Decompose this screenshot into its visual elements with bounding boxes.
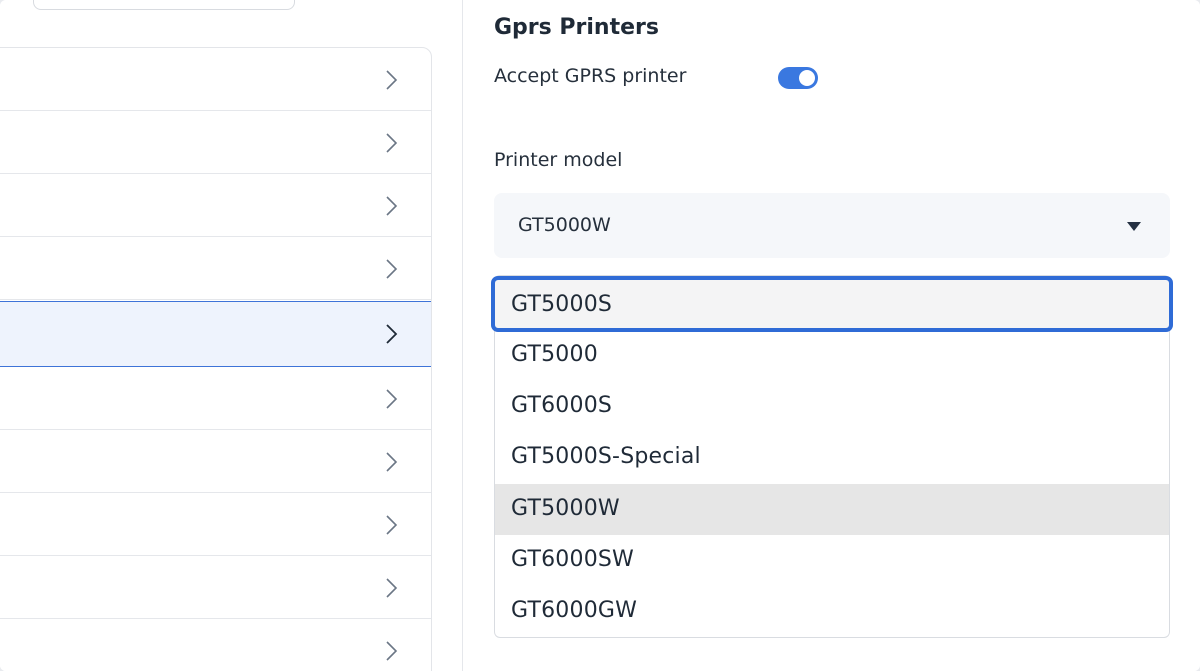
settings-nav-list [0,47,432,671]
chevron-right-icon [386,259,398,279]
option-gt6000gw[interactable]: GT6000GW [495,586,1169,637]
option-gt6000sw[interactable]: GT6000SW [495,535,1169,586]
nav-item[interactable] [0,48,431,111]
nav-item[interactable] [0,174,431,237]
option-gt5000s[interactable]: GT5000S [491,276,1173,332]
nav-item[interactable] [0,237,431,300]
printer-model-dropdown: GT5000S GT5000 GT6000S GT5000S-Special G… [491,275,1173,638]
printer-model-value: GT5000W [518,214,611,236]
option-gt5000w[interactable]: GT5000W [495,484,1169,535]
printer-model-label: Printer model [494,149,623,171]
chevron-right-icon [386,578,398,598]
option-label: GT5000S [511,292,613,317]
app-frame: Gprs Printers Accept GPRS printer Printe… [0,0,1200,671]
nav-item[interactable] [0,493,431,556]
nav-item[interactable] [0,619,431,671]
accept-gprs-label: Accept GPRS printer [494,65,687,87]
option-label: GT6000SW [511,547,635,572]
chevron-right-icon [386,324,398,344]
accept-gprs-toggle[interactable] [778,67,818,89]
option-gt6000s[interactable]: GT6000S [495,381,1169,432]
option-label: GT5000 [511,342,598,367]
nav-item[interactable] [0,556,431,619]
nav-item[interactable] [0,367,431,430]
option-label: GT6000S [511,393,613,418]
printer-model-select[interactable]: GT5000W [494,193,1170,258]
option-gt5000s-special[interactable]: GT5000S-Special [495,432,1169,483]
option-label: GT5000W [511,496,620,521]
nav-item[interactable] [0,430,431,493]
toggle-knob [799,70,815,86]
chevron-right-icon [386,641,398,661]
option-label: GT6000GW [511,598,638,623]
chevron-right-icon [386,196,398,216]
nav-item-active[interactable] [0,301,431,367]
caret-down-icon [1127,222,1141,231]
chevron-right-icon [386,515,398,535]
section-title: Gprs Printers [494,15,659,40]
search-input[interactable] [33,0,295,10]
chevron-right-icon [386,452,398,472]
chevron-right-icon [386,70,398,90]
option-label: GT5000S-Special [511,444,701,469]
chevron-right-icon [386,389,398,409]
left-panel [0,0,463,671]
gprs-printers-panel: Gprs Printers Accept GPRS printer Printe… [463,0,1200,671]
nav-item[interactable] [0,111,431,174]
option-gt5000[interactable]: GT5000 [495,330,1169,381]
chevron-right-icon [386,133,398,153]
